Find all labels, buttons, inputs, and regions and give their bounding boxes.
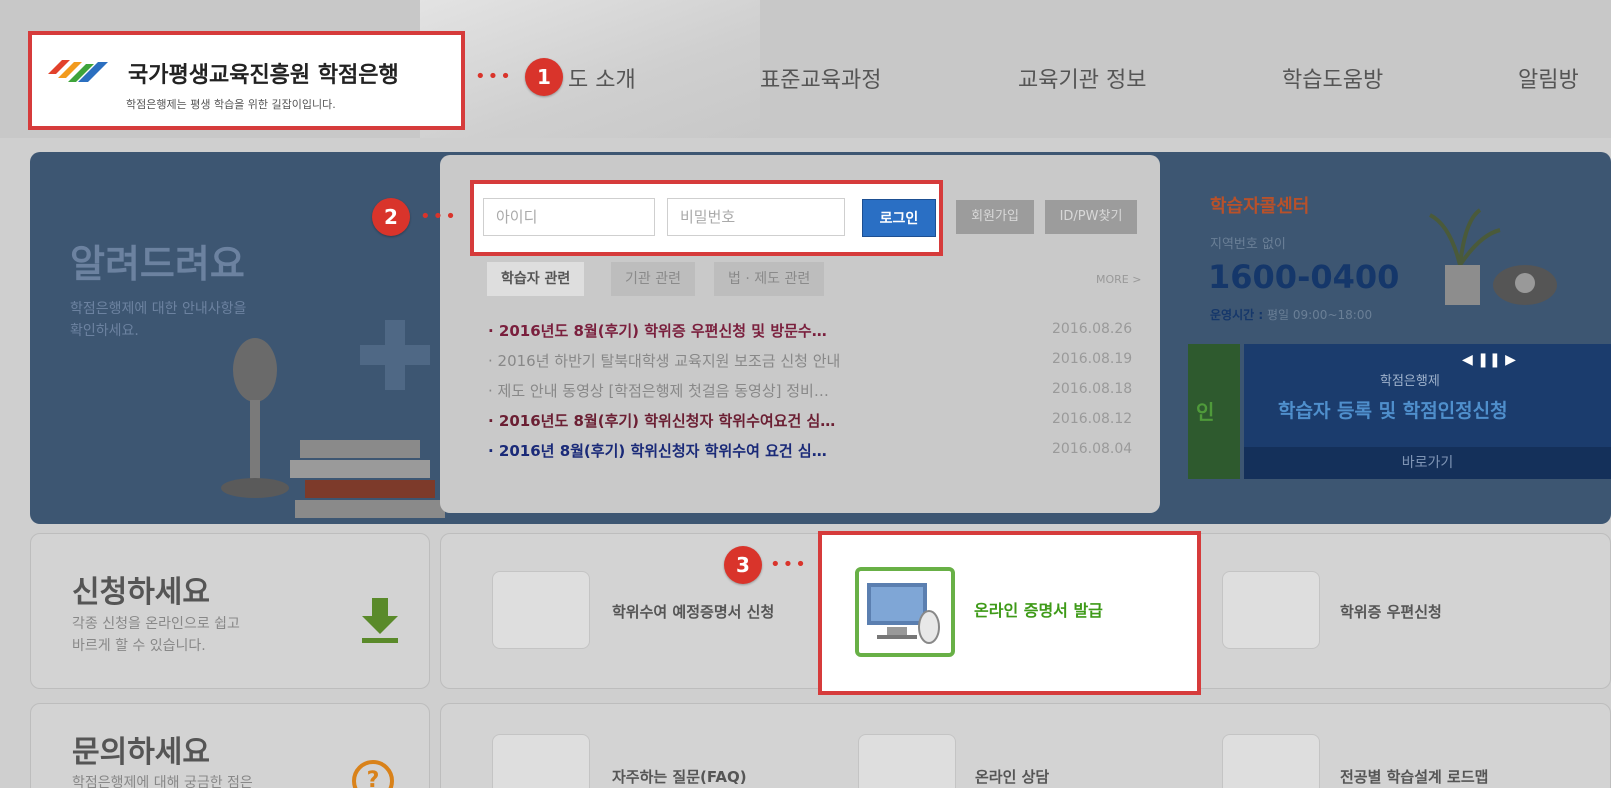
- next-icon[interactable]: ▶: [1505, 352, 1516, 368]
- nav-notice-room[interactable]: 알림방: [1518, 62, 1579, 94]
- banner-small-text: 학점은행제: [1380, 374, 1440, 389]
- roadmap-icon[interactable]: [1222, 734, 1320, 788]
- banner-title: 학습자 등록 및 학점인정신청: [1278, 400, 1508, 422]
- service-online-certificate[interactable]: 온라인 증명서 발급: [974, 597, 1103, 621]
- telephone-plant-illustration: [1428, 208, 1557, 305]
- service-major-roadmap[interactable]: 전공별 학습설계 로드맵: [1340, 766, 1488, 787]
- plus-icon: [360, 320, 430, 390]
- callout-badge-1: 1: [525, 58, 563, 96]
- nav-institution-info[interactable]: 교육기관 정보: [1018, 62, 1146, 94]
- apply-subtitle-line: 각종 신청을 온라인으로 쉽고: [72, 616, 240, 632]
- books-illustration: [290, 440, 445, 518]
- notice-side-subtitle-line: 학점은행제에 대한 안내사항을: [70, 301, 247, 317]
- login-button[interactable]: 로그인: [862, 199, 936, 237]
- service-degree-expected-certificate[interactable]: 학위수여 예정증명서 신청: [612, 601, 774, 622]
- microphone-illustration: [221, 338, 289, 498]
- apply-subtitle-line: 바르게 할 수 있습니다.: [72, 638, 206, 654]
- page: 도 소개 표준교육과정 교육기관 정보 학습도움방 알림방 국가평생교육진흥원 …: [0, 0, 1611, 788]
- inquiry-title: 문의하세요: [72, 735, 210, 770]
- id-input[interactable]: 아이디: [483, 198, 655, 236]
- password-input[interactable]: 비밀번호: [667, 198, 845, 236]
- pause-icon[interactable]: ❚❚: [1477, 352, 1500, 368]
- tab-learner[interactable]: 학습자 관련: [487, 262, 585, 296]
- banner-go-button[interactable]: 바로가기: [1244, 447, 1611, 479]
- tab-law[interactable]: 법 · 제도 관련: [714, 262, 825, 296]
- nav-study-help[interactable]: 학습도움방: [1282, 62, 1383, 94]
- faq-icon[interactable]: [492, 734, 590, 788]
- tab-institution[interactable]: 기관 관련: [611, 262, 695, 296]
- service-faq[interactable]: 자주하는 질문(FAQ): [612, 766, 747, 787]
- callout-connector: •••: [770, 554, 808, 575]
- mailbox-icon[interactable]: [1222, 571, 1320, 649]
- download-arrow-icon: [362, 598, 398, 643]
- hours-label: 운영시간 :: [1210, 308, 1264, 322]
- service-diploma-mail[interactable]: 학위증 우편신청: [1340, 601, 1442, 622]
- prev-icon[interactable]: ◀: [1462, 352, 1473, 368]
- banner-green-text: 인: [1196, 400, 1215, 424]
- news-item[interactable]: · 2016년 하반기 탈북대학생 교육지원 보조금 신청 안내: [488, 350, 988, 371]
- call-center-hours: 운영시간 : 평일 09:00~18:00: [1210, 306, 1372, 323]
- call-center-phone: 1600-0400: [1208, 258, 1400, 296]
- nav-standard-curriculum[interactable]: 표준교육과정: [760, 62, 881, 94]
- hours-value: 평일 09:00~18:00: [1266, 308, 1373, 322]
- callout-connector: •••: [420, 206, 458, 227]
- banner-controls: ◀ ❚❚ ▶: [1462, 352, 1516, 368]
- notice-side-title: 알려드려요: [70, 242, 245, 286]
- news-item[interactable]: · 2016년 8월(후기) 학위신청자 학위수여 요건 심…: [488, 440, 988, 461]
- logo-title[interactable]: 국가평생교육진흥원 학점은행: [128, 57, 399, 89]
- news-date: 2016.08.04: [1052, 441, 1133, 457]
- news-date: 2016.08.12: [1052, 411, 1133, 427]
- news-item[interactable]: · 제도 안내 동영상 [학점은행제 첫걸음 동영상] 정비…: [488, 380, 988, 401]
- nav-about[interactable]: 도 소개: [568, 62, 636, 94]
- inquiry-subtitle: 학점은행제에 대해 궁금한 점은: [72, 775, 253, 788]
- news-item[interactable]: · 2016년도 8월(후기) 학위신청자 학위수여요건 심…: [488, 410, 988, 431]
- logo-subtitle: 학점은행제는 평생 학습을 위한 길잡이입니다.: [126, 98, 336, 111]
- more-link[interactable]: MORE >: [1096, 273, 1141, 286]
- call-center-title: 학습자콜센터: [1210, 196, 1310, 217]
- callout-badge-3: 3: [724, 546, 762, 584]
- service-online-consultation[interactable]: 온라인 상담: [975, 766, 1049, 787]
- consultation-icon[interactable]: [858, 734, 956, 788]
- signup-button[interactable]: 회원가입: [956, 200, 1034, 234]
- news-item[interactable]: · 2016년도 8월(후기) 학위증 우편신청 및 방문수…: [488, 320, 988, 341]
- apply-title: 신청하세요: [72, 575, 210, 610]
- news-date: 2016.08.19: [1052, 351, 1133, 367]
- computer-mouse-icon[interactable]: [855, 567, 955, 657]
- logo-icon: [48, 60, 108, 82]
- monitor-icon: [867, 583, 940, 644]
- apply-subtitle: 각종 신청을 온라인으로 쉽고 바르게 할 수 있습니다.: [72, 613, 240, 657]
- certificate-request-icon[interactable]: [492, 571, 590, 649]
- news-date: 2016.08.26: [1052, 321, 1133, 337]
- call-center-subtitle: 지역번호 없이: [1210, 237, 1286, 252]
- callout-connector: •••: [475, 66, 513, 87]
- news-date: 2016.08.18: [1052, 381, 1133, 397]
- find-id-pw-button[interactable]: ID/PW찾기: [1045, 200, 1137, 234]
- callout-badge-2: 2: [372, 198, 410, 236]
